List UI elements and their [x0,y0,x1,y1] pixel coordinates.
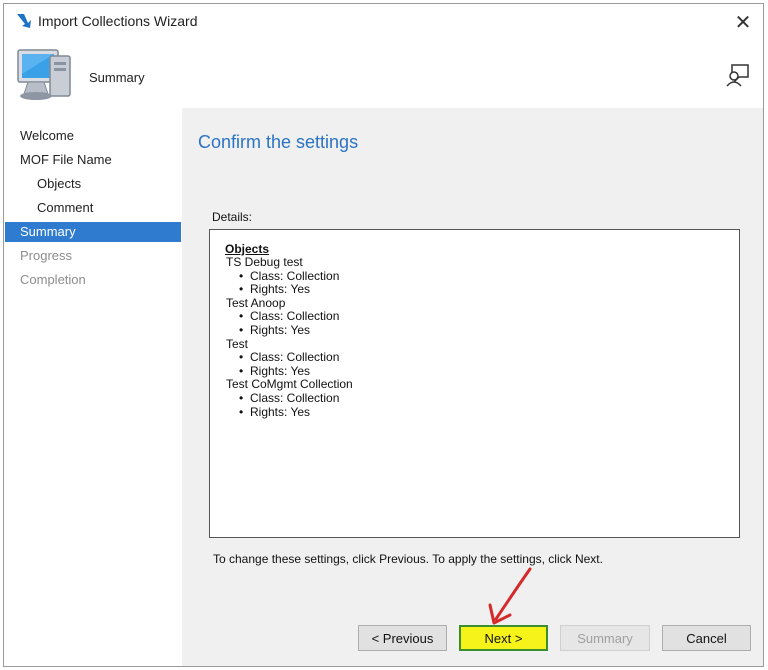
object-property: • Rights: Yes [239,322,311,337]
sidebar-item-mof-file-name[interactable]: MOF File Name [5,150,181,170]
details-label: Details: [212,210,253,224]
object-property: • Rights: Yes [239,282,311,297]
object-property: • Class: Collection [239,350,340,365]
object-property: • Class: Collection [239,268,340,283]
summary-button: Summary [560,625,650,651]
sidebar-item-completion: Completion [20,272,86,287]
computer-icon [17,49,71,100]
wizard-window: Import Collections Wizard ✕ Summary Welc… [3,3,764,667]
sidebar-item-progress: Progress [20,248,73,263]
button-bar: < Previous Next > Summary Cancel [182,602,763,666]
header-title: Summary [89,70,145,85]
details-textbox[interactable]: Objects TS Debug test • Class: Collection… [209,229,740,538]
sidebar-item-summary[interactable]: Summary [5,222,181,242]
wizard-header: Summary [4,40,763,108]
configmgr-arrow-icon [17,14,31,28]
object-name: Test [226,336,249,351]
object-name: Test CoMgmt Collection [226,377,353,392]
object-property: • Class: Collection [239,309,340,324]
wizard-content: Confirm the settings Details: Objects TS… [182,108,763,602]
sidebar-item-comment[interactable]: Comment [5,198,181,218]
object-property: • Rights: Yes [239,363,311,378]
object-property: • Class: Collection [239,390,340,405]
annotation-arrow-icon [488,567,532,625]
page-title: Confirm the settings [198,132,359,152]
title-bar: Import Collections Wizard ✕ [4,4,763,40]
window-title: Import Collections Wizard [38,13,198,29]
object-property: • Rights: Yes [239,404,311,419]
instructions-text: To change these settings, click Previous… [213,552,603,566]
sidebar-item-welcome[interactable]: Welcome [5,126,181,146]
help-feedback-icon[interactable] [725,62,751,88]
wizard-steps-sidebar: Welcome MOF File Name Objects Comment Su… [4,108,181,666]
object-name: Test Anoop [226,295,286,310]
object-name: TS Debug test [226,255,303,269]
previous-button[interactable]: < Previous [358,625,447,651]
sidebar-item-objects[interactable]: Objects [5,174,181,194]
close-button[interactable]: ✕ [729,8,757,36]
cancel-button[interactable]: Cancel [662,625,751,651]
close-icon: ✕ [734,11,752,34]
